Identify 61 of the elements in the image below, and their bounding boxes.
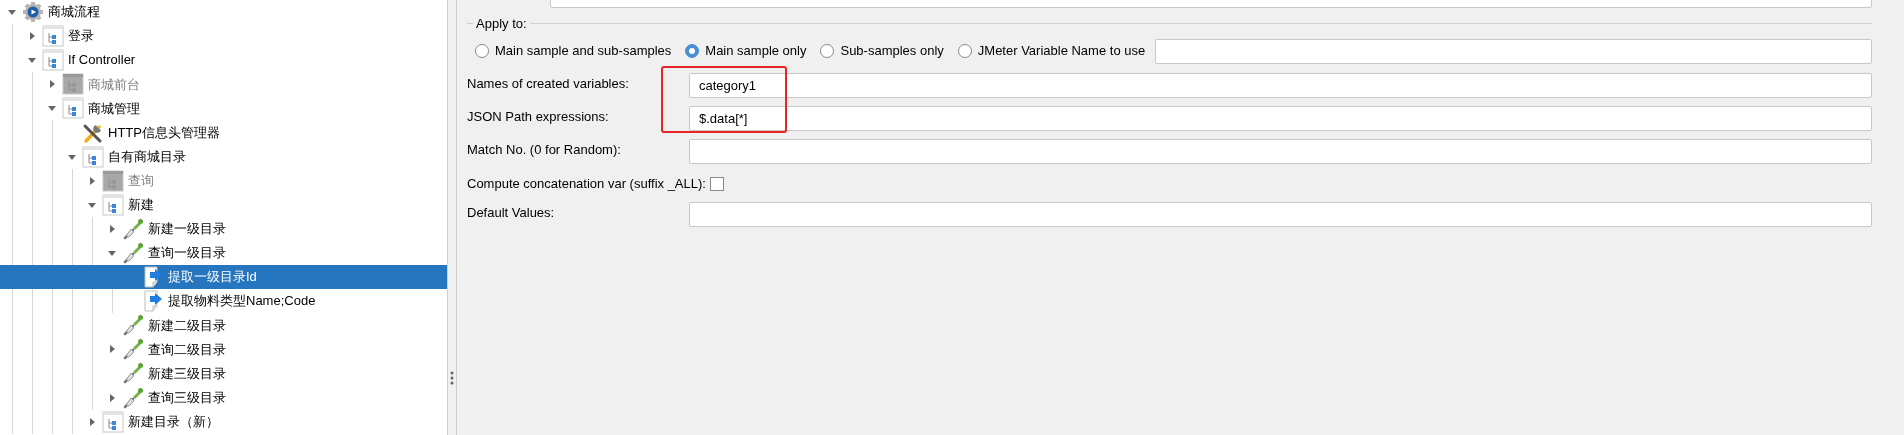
tree-row[interactable]: 登录 [0,24,447,49]
tree-item-label: 提取物料类型Name;Code [168,292,316,311]
tree-item-label: HTTP信息头管理器 [108,123,220,142]
tree-row[interactable]: 商城流程 [0,0,447,25]
tree-item-label: 查询二级目录 [148,340,226,359]
caret-icon[interactable] [107,248,117,258]
tree-row[interactable]: 新建 [0,192,447,217]
tree-row[interactable]: 新建二级目录 [0,313,447,338]
text-field[interactable] [689,201,1872,227]
tree-item-label: 新建 [128,196,154,215]
text-field[interactable] [689,138,1872,164]
tree-item-label: 新建二级目录 [148,316,226,335]
radio-label: Main sample only [705,42,807,61]
tree-item-label: 商城前台 [88,75,140,94]
tree-item-label: 自有商城目录 [108,147,186,166]
radio-label: Main sample and sub-samples [495,42,672,61]
caret-icon[interactable] [107,392,117,403]
tree-item-label: 提取一级目录Id [168,268,257,287]
tree-row[interactable]: 商城管理 [0,96,447,121]
tree-item-label: 查询一级目录 [148,244,226,263]
tree-row[interactable]: 新建一级目录 [0,216,447,241]
checkbox[interactable] [709,176,724,191]
tree-item-label: If Controller [68,51,136,70]
tree-row[interactable]: 查询一级目录 [0,240,447,266]
field-label: JSON Path expressions: [467,107,610,126]
tree-row[interactable]: 新建目录（新） [0,409,447,434]
tree-row[interactable]: HTTP信息头管理器 [0,120,447,145]
text-field[interactable]: category1 [689,72,1872,98]
field-label: Match No. (0 for Random): [467,140,622,159]
caret-icon[interactable] [107,344,117,355]
tree-row[interactable]: 新建三级目录 [0,361,447,386]
tree-item-label: 新建目录（新） [128,412,219,431]
radio-button[interactable] [475,44,489,58]
tree-row[interactable]: 查询三级目录 [0,385,447,410]
tree-item-label: 商城流程 [48,3,100,22]
field-label: Default Values: [467,203,556,222]
tree-row[interactable]: 提取一级目录Id [0,265,447,290]
tree-item-label: 查询 [128,171,154,190]
tree-item-label: 登录 [68,27,94,46]
radio-label: Sub-samples only [840,42,944,61]
tree-row[interactable]: 提取物料类型Name;Code [0,289,447,314]
tree-item-label: 商城管理 [88,99,140,118]
radio-button[interactable] [820,44,835,58]
radio-button[interactable] [957,44,972,58]
tree-item-label: 查询三级目录 [148,388,226,407]
field-label: Compute concatenation var (suffix _ALL): [467,174,706,193]
tree-row[interactable]: 查询二级目录 [0,337,447,362]
tree-row[interactable]: 自有商城目录 [0,144,447,169]
radio-button[interactable] [685,44,700,58]
tree-item-label: 新建三级目录 [148,364,226,383]
radio-label: JMeter Variable Name to use [977,42,1146,61]
caret-icon[interactable] [87,416,97,427]
splitter-grip-icon[interactable] [450,371,454,385]
tree-row[interactable]: If Controller [0,48,447,73]
caret-icon[interactable] [107,223,117,234]
text-field[interactable]: $.data[*] [689,105,1872,131]
group-legend: Apply to: [473,14,530,34]
field-label: Names of created variables: [467,74,630,93]
variable-name-field[interactable] [1155,38,1872,64]
caret-icon[interactable] [27,31,37,42]
tree-item-label: 新建一级目录 [148,220,226,239]
